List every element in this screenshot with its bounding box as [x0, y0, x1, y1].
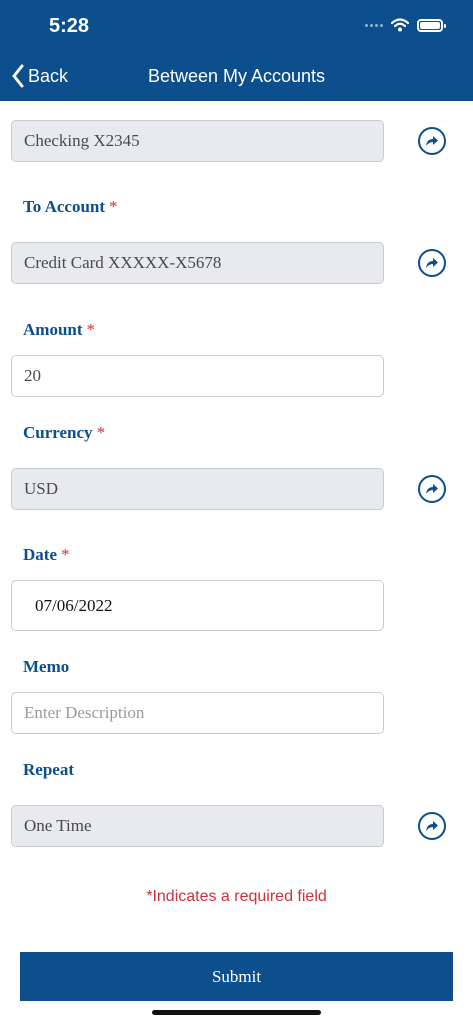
memo-field[interactable]: [11, 692, 384, 734]
status-time: 5:28: [49, 15, 90, 37]
currency-label: Currency *: [23, 423, 106, 442]
amount-value: 20: [24, 366, 41, 385]
required-field-note: *Indicates a required field: [146, 888, 327, 905]
currency-go-button[interactable]: [418, 475, 446, 503]
required-asterisk: *: [86, 320, 96, 339]
to-account-value: Credit Card XXXXX-X5678: [24, 253, 222, 272]
to-account-select[interactable]: Credit Card XXXXX-X5678: [11, 242, 384, 284]
date-field[interactable]: 07/06/2022: [11, 580, 384, 631]
from-account-value: Checking X2345: [24, 131, 140, 150]
date-value: 07/06/2022: [35, 595, 113, 615]
currency-select[interactable]: USD: [11, 468, 384, 510]
amount-field[interactable]: 20: [11, 355, 384, 397]
battery-icon: [417, 18, 446, 32]
required-asterisk: *: [109, 197, 118, 216]
repeat-label: Repeat: [23, 760, 74, 779]
repeat-go-button[interactable]: [418, 812, 446, 840]
required-asterisk: *: [60, 545, 70, 564]
required-asterisk: *: [96, 423, 106, 442]
submit-button[interactable]: Submit: [20, 952, 453, 1001]
repeat-select[interactable]: One Time: [11, 805, 384, 847]
share-arrow-icon: [426, 136, 438, 146]
share-arrow-icon: [426, 258, 438, 268]
page-title: Between My Accounts: [147, 66, 326, 86]
home-indicator[interactable]: [152, 1010, 321, 1015]
memo-label: Memo: [23, 657, 70, 676]
status-icons: [365, 18, 446, 32]
app-header: 5:28 Back Between My Accounts: [0, 0, 473, 101]
repeat-value: One Time: [24, 816, 92, 835]
signal-icon: [365, 23, 383, 27]
to-account-go-button[interactable]: [418, 249, 446, 277]
currency-value: USD: [24, 479, 59, 498]
memo-input[interactable]: [24, 703, 371, 723]
from-account-go-button[interactable]: [418, 127, 446, 155]
to-account-label: To Account *: [23, 197, 118, 216]
date-label: Date *: [23, 545, 70, 564]
wifi-icon: [391, 18, 409, 32]
from-account-select[interactable]: Checking X2345: [11, 120, 384, 162]
amount-label: Amount *: [23, 320, 96, 339]
share-arrow-icon: [426, 821, 438, 831]
share-arrow-icon: [426, 484, 438, 494]
